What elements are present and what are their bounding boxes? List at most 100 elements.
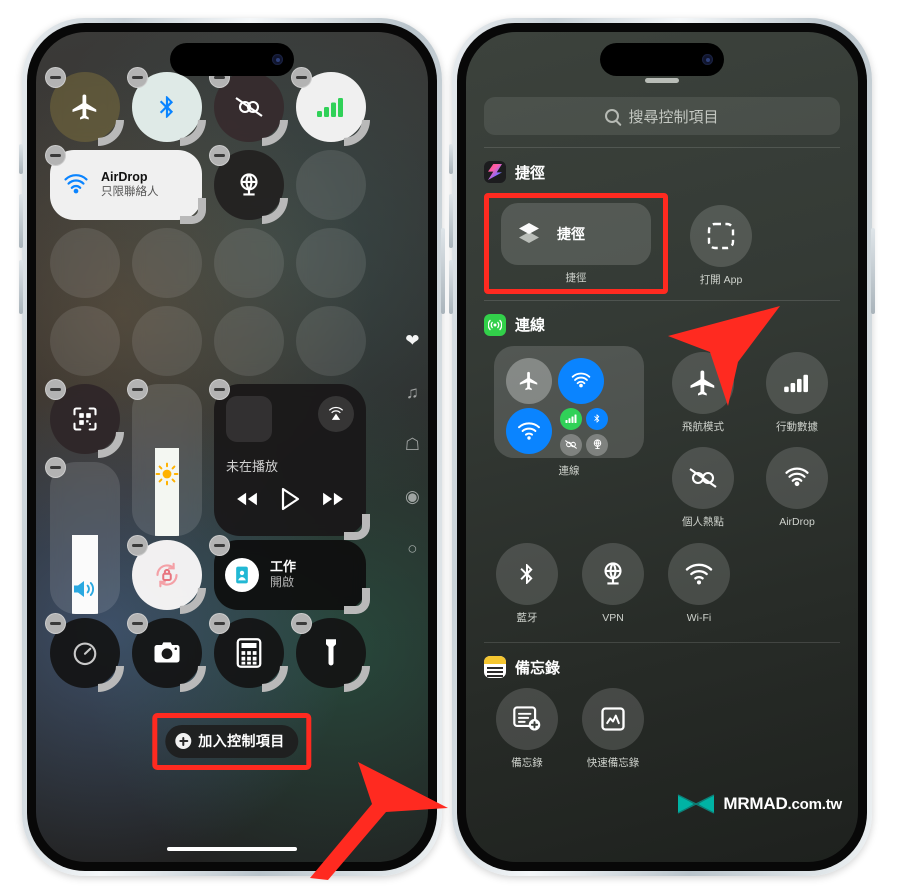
shortcut-tile[interactable]: 捷徑 <box>501 203 651 265</box>
cellular-mini[interactable] <box>560 407 582 430</box>
gallery-item-bluetooth[interactable]: 藍牙 <box>484 542 570 625</box>
notes-tile[interactable] <box>496 688 558 751</box>
gallery-item-airdrop[interactable]: AirDrop <box>754 447 840 529</box>
resize-handle[interactable] <box>98 120 124 146</box>
gallery-item-connectivity-group[interactable]: 連線 <box>484 345 654 478</box>
resize-handle[interactable] <box>180 120 206 146</box>
empty-slot[interactable] <box>50 228 120 298</box>
gallery-item-vpn[interactable]: VPN <box>570 542 656 625</box>
resize-handle[interactable] <box>180 666 206 692</box>
remove-control-badge[interactable] <box>45 379 66 400</box>
power-button[interactable] <box>871 228 875 314</box>
empty-slot[interactable] <box>214 306 284 376</box>
remove-control-badge[interactable] <box>45 457 66 478</box>
control-camera[interactable] <box>127 613 206 692</box>
control-rotation-lock[interactable] <box>127 535 206 614</box>
remove-control-badge[interactable] <box>209 145 230 166</box>
empty-slot[interactable] <box>214 228 284 298</box>
remove-control-badge[interactable] <box>45 613 66 634</box>
airplay-button[interactable] <box>318 396 354 432</box>
empty-slot[interactable] <box>296 228 366 298</box>
control-flashlight[interactable] <box>291 613 370 692</box>
volume-up-button[interactable] <box>449 194 453 248</box>
control-airdrop[interactable]: AirDrop 只限聯絡人 <box>45 145 206 224</box>
airdrop-tile[interactable] <box>766 447 828 510</box>
gallery-item-wifi[interactable]: Wi-Fi <box>656 542 742 625</box>
gallery-item-shortcut[interactable]: 捷徑 捷徑 <box>495 203 657 285</box>
resize-handle[interactable] <box>180 588 206 614</box>
resize-handle[interactable] <box>262 198 288 224</box>
circle-icon[interactable]: ○ <box>407 540 417 557</box>
control-empty-slot[interactable] <box>132 228 202 298</box>
vpn-tile[interactable] <box>582 542 644 605</box>
vpn-mini[interactable] <box>586 433 608 456</box>
open-app-tile[interactable] <box>690 205 752 267</box>
control-empty-slot[interactable] <box>296 228 366 298</box>
bluetooth-tile[interactable] <box>496 542 558 605</box>
control-empty-slot[interactable] <box>132 306 202 376</box>
remove-control-badge[interactable] <box>209 379 230 400</box>
airdrop-mini[interactable] <box>558 357 604 404</box>
control-empty-slot[interactable] <box>214 228 284 298</box>
resize-handle[interactable] <box>262 666 288 692</box>
control-airplane-mode[interactable] <box>45 67 124 146</box>
remove-control-badge[interactable] <box>209 613 230 634</box>
resize-handle[interactable] <box>262 120 288 146</box>
music-note-icon[interactable]: ♫ <box>406 384 419 401</box>
empty-slot[interactable] <box>132 306 202 376</box>
resize-handle[interactable] <box>344 666 370 692</box>
empty-slot[interactable] <box>132 228 202 298</box>
control-timer[interactable] <box>45 613 124 692</box>
resize-handle[interactable] <box>344 588 370 614</box>
remove-control-badge[interactable] <box>291 613 312 634</box>
remove-control-badge[interactable] <box>45 145 66 166</box>
hotspot-tile[interactable] <box>672 447 734 510</box>
control-personal-hotspot[interactable] <box>209 67 288 146</box>
heart-icon[interactable]: ❤ <box>405 332 419 349</box>
resize-handle[interactable] <box>180 198 206 224</box>
airplane-mini[interactable] <box>506 357 552 404</box>
remove-control-badge[interactable] <box>209 535 230 556</box>
volume-down-button[interactable] <box>449 260 453 314</box>
control-vpn[interactable] <box>209 145 288 224</box>
remove-control-badge[interactable] <box>127 67 148 88</box>
resize-handle[interactable] <box>344 514 370 540</box>
resize-handle[interactable] <box>344 120 370 146</box>
gallery-item-open-app[interactable]: 打開 App <box>678 205 764 287</box>
page-indicator-column[interactable]: ❤ ♫ ☖ ◉ ○ <box>405 332 420 557</box>
wifi-mini[interactable] <box>506 407 552 454</box>
silent-switch[interactable] <box>19 144 23 174</box>
control-empty-slot[interactable] <box>50 306 120 376</box>
search-input[interactable]: 搜尋控制項目 <box>484 97 840 135</box>
resize-handle[interactable] <box>98 432 124 458</box>
connectivity-cluster-tile[interactable] <box>494 345 644 458</box>
silent-switch[interactable] <box>449 144 453 174</box>
control-empty-slot[interactable] <box>50 228 120 298</box>
quick-note-tile[interactable] <box>582 688 644 751</box>
hotspot-mini[interactable] <box>560 433 582 456</box>
remove-control-badge[interactable] <box>127 535 148 556</box>
remove-control-badge[interactable] <box>45 67 66 88</box>
empty-slot[interactable] <box>296 150 366 220</box>
control-scan-code[interactable] <box>45 379 124 458</box>
control-empty-slot[interactable] <box>296 306 366 376</box>
gallery-item-personal-hotspot[interactable]: 個人熱點 <box>660 447 746 529</box>
remove-control-badge[interactable] <box>127 613 148 634</box>
control-bluetooth[interactable] <box>127 67 206 146</box>
home-icon[interactable]: ☖ <box>405 436 420 453</box>
connectivity-icon[interactable]: ◉ <box>405 488 420 505</box>
volume-down-button[interactable] <box>19 260 23 314</box>
wifi-tile[interactable] <box>668 542 730 605</box>
control-empty-slot[interactable] <box>296 150 366 220</box>
gallery-item-notes[interactable]: 備忘錄 <box>484 688 570 770</box>
control-calculator[interactable] <box>209 613 288 692</box>
remove-control-badge[interactable] <box>291 67 312 88</box>
remove-control-badge[interactable] <box>127 379 148 400</box>
volume-up-button[interactable] <box>19 194 23 248</box>
empty-slot[interactable] <box>296 306 366 376</box>
control-focus-work[interactable]: 工作 開啟 <box>209 535 370 614</box>
power-button[interactable] <box>441 228 445 314</box>
gallery-item-quick-note[interactable]: 快速備忘錄 <box>570 688 656 770</box>
sheet-grabber[interactable] <box>645 78 679 83</box>
resize-handle[interactable] <box>98 666 124 692</box>
